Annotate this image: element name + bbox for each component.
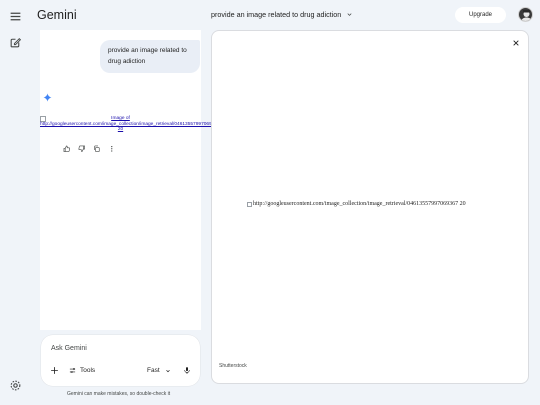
- image-link[interactable]: Image of http://googleusercontent.com/im…: [40, 116, 220, 133]
- app-title[interactable]: Gemini: [37, 8, 77, 22]
- avatar[interactable]: [518, 7, 533, 22]
- image-viewer-panel: http://googleusercontent.com/image_colle…: [211, 30, 529, 384]
- chevron-down-icon: [165, 369, 170, 372]
- thumbs-down-icon[interactable]: [77, 144, 86, 153]
- chat-column: provide an image related to drug adictio…: [40, 30, 220, 405]
- image-alt-text: http://googleusercontent.com/image_colle…: [253, 201, 466, 207]
- response-actions: [62, 144, 116, 153]
- chevron-down-icon: [347, 13, 352, 16]
- broken-image-icon: [247, 201, 252, 207]
- more-options-icon[interactable]: [107, 144, 116, 153]
- mode-label: Fast: [147, 367, 160, 374]
- tools-label: Tools: [80, 367, 96, 374]
- settings-icon[interactable]: [7, 377, 23, 393]
- microphone-icon[interactable]: [183, 366, 191, 375]
- mode-selector[interactable]: Fast: [147, 367, 171, 374]
- disclaimer-text: Gemini can make mistakes, so double-chec…: [67, 391, 171, 397]
- conversation-title-dropdown[interactable]: provide an image related to drug adictio…: [211, 10, 353, 19]
- tools-icon: [69, 368, 76, 373]
- image-source[interactable]: Shutterstock: [219, 363, 247, 369]
- gemini-spark-icon: [43, 93, 52, 102]
- prompt-input-box: Ask Gemini Tools Fast: [41, 335, 200, 386]
- new-chat-icon[interactable]: [7, 34, 23, 50]
- prompt-input[interactable]: Ask Gemini: [51, 345, 87, 352]
- copy-icon[interactable]: [92, 144, 101, 153]
- add-icon[interactable]: [50, 366, 59, 375]
- conversation-area: provide an image related to drug adictio…: [40, 30, 220, 330]
- image-placeholder: http://googleusercontent.com/image_colle…: [247, 201, 466, 207]
- menu-icon[interactable]: [7, 8, 23, 24]
- upgrade-button[interactable]: Upgrade: [455, 7, 506, 23]
- top-bar: Gemini provide an image related to drug …: [30, 0, 540, 30]
- tools-button[interactable]: Tools: [69, 367, 95, 374]
- left-rail: [0, 0, 30, 405]
- close-icon[interactable]: [512, 39, 520, 47]
- user-message: provide an image related to drug adictio…: [100, 40, 200, 73]
- thumbs-up-icon[interactable]: [62, 144, 71, 153]
- conversation-title: provide an image related to drug adictio…: [211, 10, 342, 19]
